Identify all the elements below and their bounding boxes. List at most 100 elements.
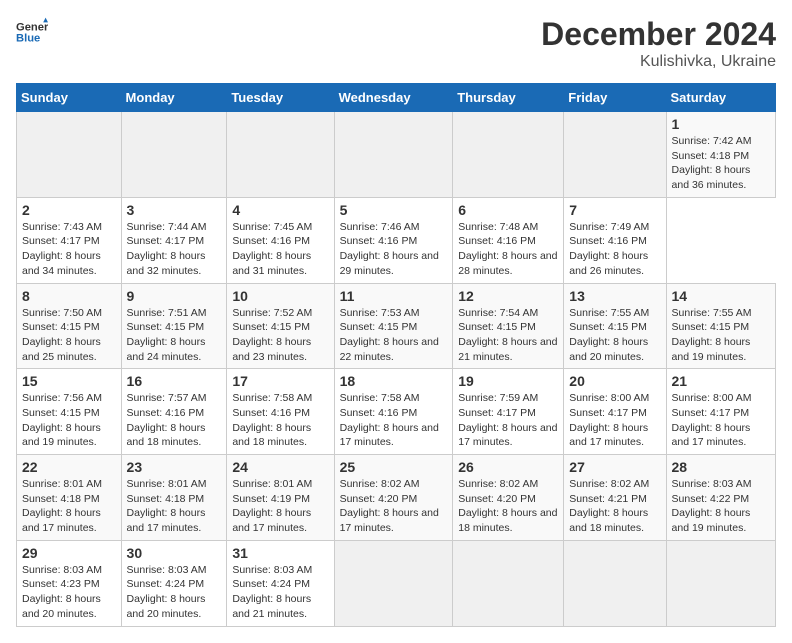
- calendar-cell: [453, 540, 564, 626]
- calendar-cell: 5 Sunrise: 7:46 AM Sunset: 4:16 PM Dayli…: [334, 197, 453, 283]
- calendar-week-row: 2 Sunrise: 7:43 AM Sunset: 4:17 PM Dayli…: [17, 197, 776, 283]
- calendar-header: SundayMondayTuesdayWednesdayThursdayFrid…: [17, 84, 776, 112]
- day-number: 6: [458, 202, 558, 218]
- day-info: Sunrise: 7:57 AM Sunset: 4:16 PM Dayligh…: [127, 391, 222, 450]
- calendar-cell: 8 Sunrise: 7:50 AM Sunset: 4:15 PM Dayli…: [17, 283, 122, 369]
- calendar-cell: 29 Sunrise: 8:03 AM Sunset: 4:23 PM Dayl…: [17, 540, 122, 626]
- calendar-cell: 17 Sunrise: 7:58 AM Sunset: 4:16 PM Dayl…: [227, 369, 334, 455]
- day-info: Sunrise: 7:58 AM Sunset: 4:16 PM Dayligh…: [232, 391, 328, 450]
- calendar-cell: 18 Sunrise: 7:58 AM Sunset: 4:16 PM Dayl…: [334, 369, 453, 455]
- day-number: 17: [232, 373, 328, 389]
- day-number: 12: [458, 288, 558, 304]
- weekday-header: Thursday: [453, 84, 564, 112]
- calendar-cell: 21 Sunrise: 8:00 AM Sunset: 4:17 PM Dayl…: [666, 369, 775, 455]
- calendar-cell: 14 Sunrise: 7:55 AM Sunset: 4:15 PM Dayl…: [666, 283, 775, 369]
- empty-cell: [121, 112, 227, 198]
- calendar-cell: 16 Sunrise: 7:57 AM Sunset: 4:16 PM Dayl…: [121, 369, 227, 455]
- calendar-cell: 24 Sunrise: 8:01 AM Sunset: 4:19 PM Dayl…: [227, 455, 334, 541]
- calendar-cell: 30 Sunrise: 8:03 AM Sunset: 4:24 PM Dayl…: [121, 540, 227, 626]
- day-info: Sunrise: 8:00 AM Sunset: 4:17 PM Dayligh…: [569, 391, 660, 450]
- calendar-week-row: 29 Sunrise: 8:03 AM Sunset: 4:23 PM Dayl…: [17, 540, 776, 626]
- svg-text:General: General: [16, 21, 48, 33]
- calendar-cell: 19 Sunrise: 7:59 AM Sunset: 4:17 PM Dayl…: [453, 369, 564, 455]
- calendar-cell: 2 Sunrise: 7:43 AM Sunset: 4:17 PM Dayli…: [17, 197, 122, 283]
- day-info: Sunrise: 7:53 AM Sunset: 4:15 PM Dayligh…: [340, 306, 448, 365]
- calendar-body: 1 Sunrise: 7:42 AM Sunset: 4:18 PM Dayli…: [17, 112, 776, 627]
- day-number: 31: [232, 545, 328, 561]
- weekday-header: Saturday: [666, 84, 775, 112]
- day-info: Sunrise: 7:54 AM Sunset: 4:15 PM Dayligh…: [458, 306, 558, 365]
- empty-cell: [227, 112, 334, 198]
- day-number: 20: [569, 373, 660, 389]
- page-header: General Blue December 2024 Kulishivka, U…: [16, 16, 776, 71]
- day-number: 2: [22, 202, 116, 218]
- empty-cell: [334, 112, 453, 198]
- day-number: 11: [340, 288, 448, 304]
- calendar-week-row: 22 Sunrise: 8:01 AM Sunset: 4:18 PM Dayl…: [17, 455, 776, 541]
- weekday-header: Wednesday: [334, 84, 453, 112]
- calendar-cell: 4 Sunrise: 7:45 AM Sunset: 4:16 PM Dayli…: [227, 197, 334, 283]
- calendar-cell: 13 Sunrise: 7:55 AM Sunset: 4:15 PM Dayl…: [564, 283, 666, 369]
- day-info: Sunrise: 7:50 AM Sunset: 4:15 PM Dayligh…: [22, 306, 116, 365]
- calendar-cell: 7 Sunrise: 7:49 AM Sunset: 4:16 PM Dayli…: [564, 197, 666, 283]
- day-number: 5: [340, 202, 448, 218]
- calendar-cell: 27 Sunrise: 8:02 AM Sunset: 4:21 PM Dayl…: [564, 455, 666, 541]
- day-number: 21: [672, 373, 770, 389]
- calendar-cell: 28 Sunrise: 8:03 AM Sunset: 4:22 PM Dayl…: [666, 455, 775, 541]
- day-info: Sunrise: 8:01 AM Sunset: 4:18 PM Dayligh…: [127, 477, 222, 536]
- day-number: 29: [22, 545, 116, 561]
- day-number: 8: [22, 288, 116, 304]
- day-number: 3: [127, 202, 222, 218]
- empty-cell: [17, 112, 122, 198]
- day-info: Sunrise: 7:52 AM Sunset: 4:15 PM Dayligh…: [232, 306, 328, 365]
- day-number: 13: [569, 288, 660, 304]
- day-number: 4: [232, 202, 328, 218]
- day-info: Sunrise: 7:43 AM Sunset: 4:17 PM Dayligh…: [22, 220, 116, 279]
- day-number: 15: [22, 373, 116, 389]
- day-number: 24: [232, 459, 328, 475]
- calendar-table: SundayMondayTuesdayWednesdayThursdayFrid…: [16, 83, 776, 627]
- day-info: Sunrise: 8:02 AM Sunset: 4:20 PM Dayligh…: [458, 477, 558, 536]
- day-info: Sunrise: 7:56 AM Sunset: 4:15 PM Dayligh…: [22, 391, 116, 450]
- day-info: Sunrise: 7:46 AM Sunset: 4:16 PM Dayligh…: [340, 220, 448, 279]
- calendar-cell: 9 Sunrise: 7:51 AM Sunset: 4:15 PM Dayli…: [121, 283, 227, 369]
- day-info: Sunrise: 7:48 AM Sunset: 4:16 PM Dayligh…: [458, 220, 558, 279]
- day-info: Sunrise: 8:00 AM Sunset: 4:17 PM Dayligh…: [672, 391, 770, 450]
- calendar-cell: 15 Sunrise: 7:56 AM Sunset: 4:15 PM Dayl…: [17, 369, 122, 455]
- day-info: Sunrise: 7:58 AM Sunset: 4:16 PM Dayligh…: [340, 391, 448, 450]
- page-title: December 2024: [541, 16, 776, 53]
- title-block: December 2024 Kulishivka, Ukraine: [541, 16, 776, 71]
- calendar-cell: 31 Sunrise: 8:03 AM Sunset: 4:24 PM Dayl…: [227, 540, 334, 626]
- logo: General Blue: [16, 16, 48, 48]
- day-number: 28: [672, 459, 770, 475]
- day-info: Sunrise: 7:51 AM Sunset: 4:15 PM Dayligh…: [127, 306, 222, 365]
- day-info: Sunrise: 7:49 AM Sunset: 4:16 PM Dayligh…: [569, 220, 660, 279]
- empty-cell: [453, 112, 564, 198]
- calendar-cell: 3 Sunrise: 7:44 AM Sunset: 4:17 PM Dayli…: [121, 197, 227, 283]
- day-number: 30: [127, 545, 222, 561]
- weekday-header: Friday: [564, 84, 666, 112]
- logo-icon: General Blue: [16, 16, 48, 48]
- weekday-header: Sunday: [17, 84, 122, 112]
- weekday-header: Tuesday: [227, 84, 334, 112]
- calendar-cell: [564, 540, 666, 626]
- calendar-cell: 26 Sunrise: 8:02 AM Sunset: 4:20 PM Dayl…: [453, 455, 564, 541]
- day-info: Sunrise: 7:55 AM Sunset: 4:15 PM Dayligh…: [672, 306, 770, 365]
- calendar-cell: 11 Sunrise: 7:53 AM Sunset: 4:15 PM Dayl…: [334, 283, 453, 369]
- day-info: Sunrise: 7:59 AM Sunset: 4:17 PM Dayligh…: [458, 391, 558, 450]
- page-subtitle: Kulishivka, Ukraine: [541, 53, 776, 71]
- calendar-cell: 10 Sunrise: 7:52 AM Sunset: 4:15 PM Dayl…: [227, 283, 334, 369]
- day-number: 23: [127, 459, 222, 475]
- calendar-week-row: 15 Sunrise: 7:56 AM Sunset: 4:15 PM Dayl…: [17, 369, 776, 455]
- day-number: 25: [340, 459, 448, 475]
- day-number: 26: [458, 459, 558, 475]
- calendar-cell: 6 Sunrise: 7:48 AM Sunset: 4:16 PM Dayli…: [453, 197, 564, 283]
- calendar-week-row: 8 Sunrise: 7:50 AM Sunset: 4:15 PM Dayli…: [17, 283, 776, 369]
- day-number: 9: [127, 288, 222, 304]
- day-number: 14: [672, 288, 770, 304]
- day-info: Sunrise: 8:01 AM Sunset: 4:18 PM Dayligh…: [22, 477, 116, 536]
- day-info: Sunrise: 8:01 AM Sunset: 4:19 PM Dayligh…: [232, 477, 328, 536]
- day-info: Sunrise: 8:02 AM Sunset: 4:20 PM Dayligh…: [340, 477, 448, 536]
- calendar-cell: 25 Sunrise: 8:02 AM Sunset: 4:20 PM Dayl…: [334, 455, 453, 541]
- day-info: Sunrise: 8:02 AM Sunset: 4:21 PM Dayligh…: [569, 477, 660, 536]
